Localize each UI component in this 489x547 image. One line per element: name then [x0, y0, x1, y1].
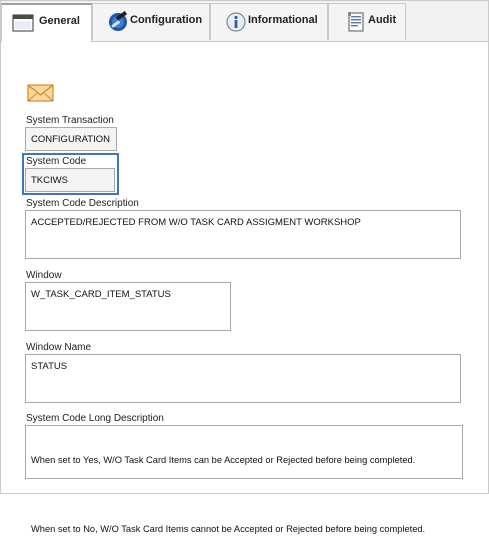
window-field[interactable]: W_TASK_CARD_ITEM_STATUS: [25, 282, 231, 331]
window-icon: [12, 12, 34, 34]
window-name-label: Window Name: [26, 342, 92, 353]
mail-icon: [27, 83, 54, 103]
audit-icon: [345, 11, 367, 33]
long-description-field[interactable]: When set to Yes, W/O Task Card Items can…: [25, 425, 463, 534]
long-description-spacer: [31, 490, 457, 501]
system-transaction-label: System Transaction: [26, 115, 114, 126]
system-transaction-field[interactable]: CONFIGURATION: [25, 127, 117, 151]
tab-informational[interactable]: Informational: [210, 3, 328, 40]
long-description-line-2: When set to No, W/O Task Card Items cann…: [31, 524, 426, 535]
system-code-description-field[interactable]: ACCEPTED/REJECTED FROM W/O TASK CARD ASS…: [25, 210, 461, 259]
tab-informational-label: Informational: [248, 14, 318, 26]
long-description-label: System Code Long Description: [26, 413, 164, 424]
info-icon: [225, 11, 247, 33]
system-code-field[interactable]: TKCIWS: [25, 168, 115, 192]
window-label: Window: [26, 270, 62, 281]
configuration-icon: [107, 10, 129, 33]
tab-general-label: General: [39, 15, 80, 27]
window-name-field[interactable]: STATUS: [25, 354, 461, 403]
tab-general[interactable]: General: [1, 3, 92, 42]
system-code-label: System Code: [26, 156, 87, 167]
long-description-line-1: When set to Yes, W/O Task Card Items can…: [31, 455, 416, 466]
tab-audit-label: Audit: [368, 14, 397, 26]
tab-audit[interactable]: Audit: [328, 3, 406, 40]
tab-bar: General Configuration Informational Audi…: [1, 1, 488, 42]
tab-configuration-label: Configuration: [130, 14, 203, 26]
tab-configuration[interactable]: Configuration: [92, 3, 210, 40]
system-code-description-label: System Code Description: [26, 198, 139, 209]
